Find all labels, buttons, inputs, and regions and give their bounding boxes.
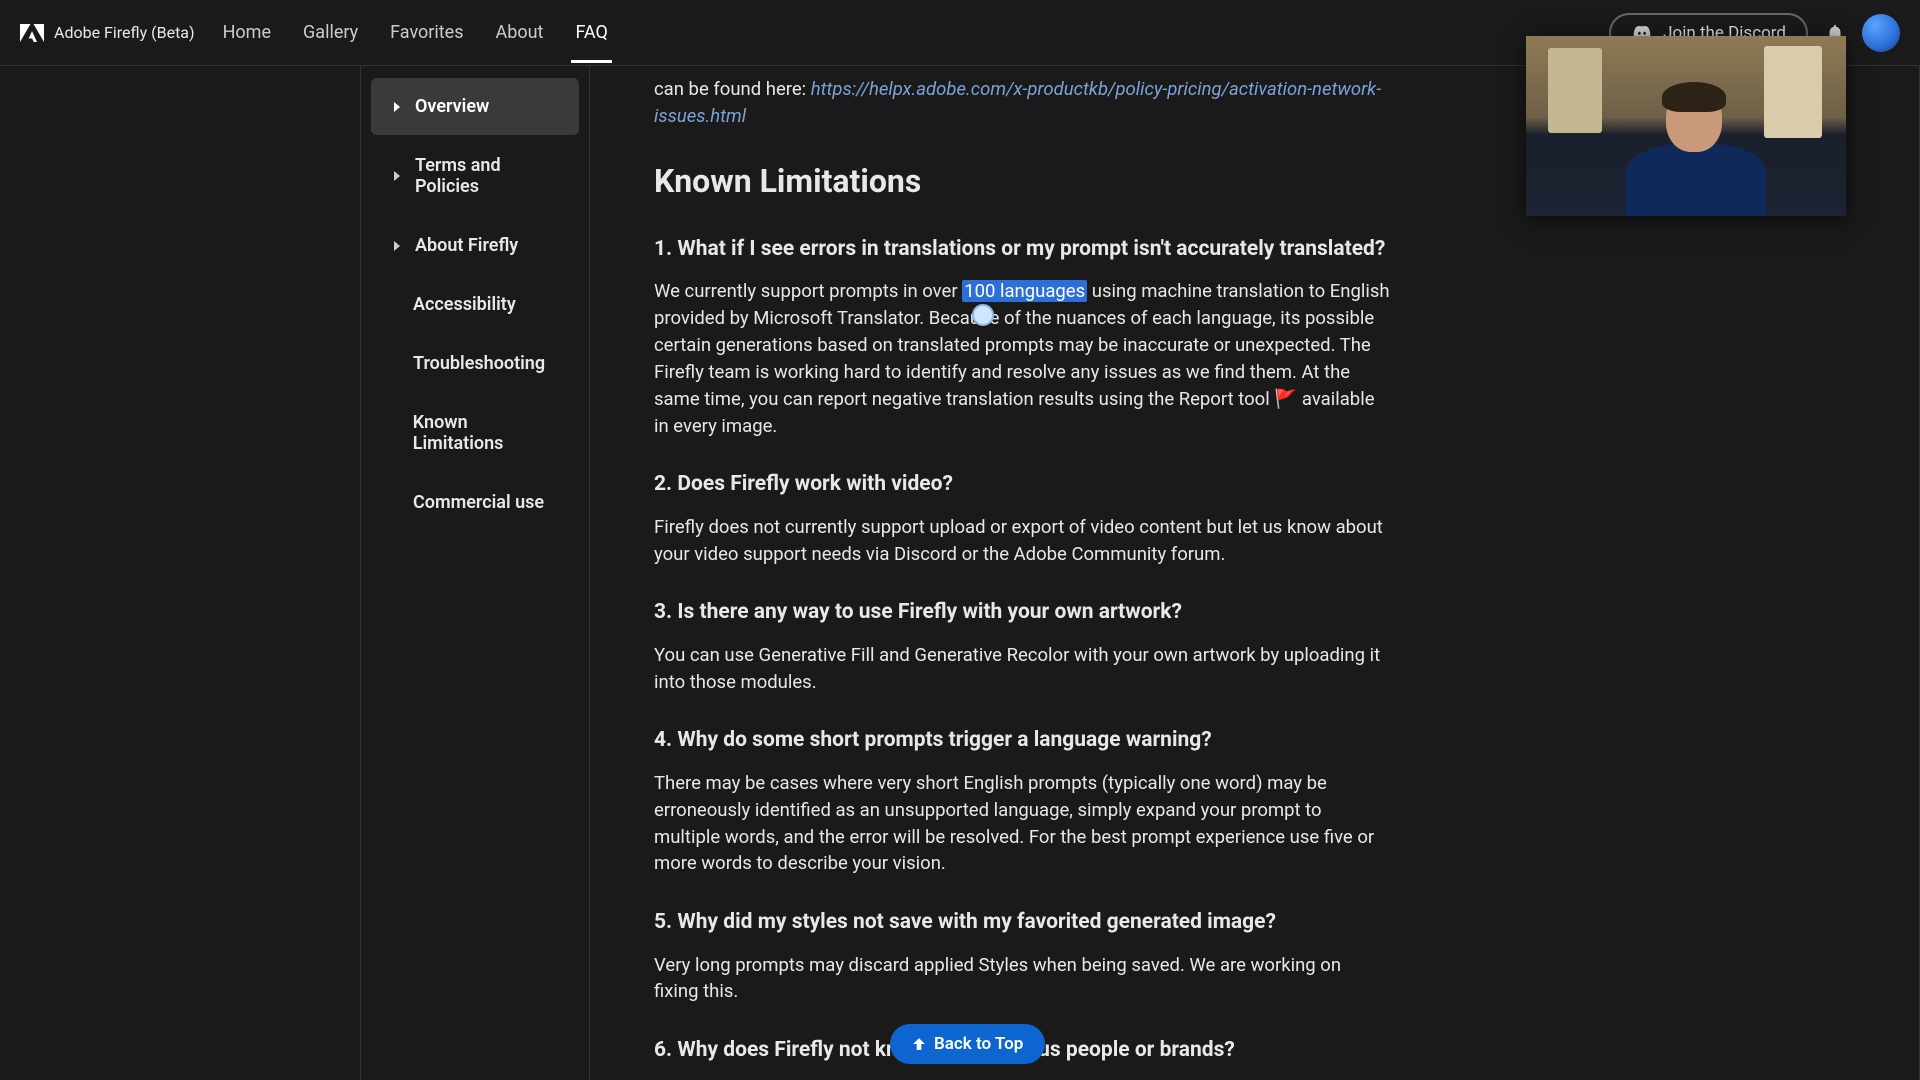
sidebar-label: Commercial use <box>413 492 544 513</box>
back-to-top-button[interactable]: Back to Top <box>890 1024 1045 1064</box>
highlighted-text: 100 languages <box>962 280 1087 302</box>
sidebar-label: About Firefly <box>415 235 518 256</box>
sidebar-item-overview[interactable]: Overview <box>371 78 579 135</box>
sidebar-item-commercial-use[interactable]: Commercial use <box>371 474 579 531</box>
adobe-logo-icon <box>20 21 44 45</box>
main-region: Overview Terms and Policies About Firefl… <box>0 66 1920 1080</box>
faq-q5: 5. Why did my styles not save with my fa… <box>654 907 1390 937</box>
nav-about[interactable]: About <box>492 2 548 63</box>
sidebar-label: Accessibility <box>413 294 516 315</box>
faq-q4: 4. Why do some short prompts trigger a l… <box>654 725 1390 755</box>
intro-paragraph: can be found here: https://helpx.adobe.c… <box>654 76 1390 130</box>
back-to-top-label: Back to Top <box>934 1034 1023 1054</box>
faq-q2: 2. Does Firefly work with video? <box>654 469 1390 499</box>
faq-sidebar: Overview Terms and Policies About Firefl… <box>360 66 590 1080</box>
left-gutter <box>0 66 360 1080</box>
faq-a1: We currently support prompts in over 100… <box>654 278 1390 439</box>
sidebar-item-known-limitations[interactable]: Known Limitations <box>371 394 579 472</box>
sidebar-item-about-firefly[interactable]: About Firefly <box>371 217 579 274</box>
flag-icon: 🚩 <box>1274 388 1297 410</box>
faq-q3: 3. Is there any way to use Firefly with … <box>654 597 1390 627</box>
chevron-right-icon <box>391 170 403 182</box>
sidebar-label: Terms and Policies <box>415 155 559 197</box>
webcam-overlay <box>1526 36 1846 216</box>
nav-faq[interactable]: FAQ <box>571 2 611 63</box>
arrow-up-icon <box>912 1037 926 1051</box>
faq-a5: Very long prompts may discard applied St… <box>654 952 1390 1006</box>
sidebar-label: Overview <box>415 96 489 117</box>
sidebar-label: Known Limitations <box>413 412 559 454</box>
sidebar-item-terms[interactable]: Terms and Policies <box>371 137 579 215</box>
top-nav: Home Gallery Favorites About FAQ <box>219 2 612 63</box>
section-heading: Known Limitations <box>654 158 1390 204</box>
logo[interactable]: Adobe Firefly (Beta) <box>20 21 195 45</box>
content-scroll[interactable]: can be found here: https://helpx.adobe.c… <box>590 66 1920 1080</box>
sidebar-item-troubleshooting[interactable]: Troubleshooting <box>371 335 579 392</box>
nav-gallery[interactable]: Gallery <box>299 2 362 63</box>
chevron-right-icon <box>391 101 403 113</box>
faq-q1: 1. What if I see errors in translations … <box>654 234 1390 264</box>
chevron-right-icon <box>391 240 403 252</box>
user-avatar[interactable] <box>1862 14 1900 52</box>
product-name: Adobe Firefly (Beta) <box>54 23 195 42</box>
nav-home[interactable]: Home <box>219 2 275 63</box>
sidebar-item-accessibility[interactable]: Accessibility <box>371 276 579 333</box>
webcam-person <box>1626 86 1766 216</box>
sidebar-label: Troubleshooting <box>413 353 545 374</box>
faq-a4: There may be cases where very short Engl… <box>654 770 1390 877</box>
nav-favorites[interactable]: Favorites <box>386 2 467 63</box>
faq-a3: You can use Generative Fill and Generati… <box>654 642 1390 696</box>
faq-a2: Firefly does not currently support uploa… <box>654 514 1390 568</box>
faq-content: can be found here: https://helpx.adobe.c… <box>590 66 1390 1080</box>
